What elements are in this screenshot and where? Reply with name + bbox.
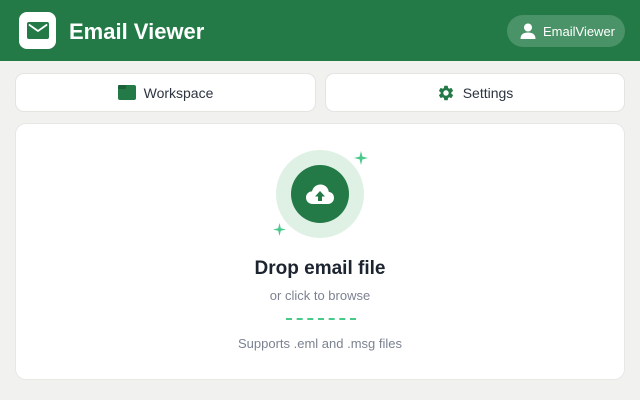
tab-workspace[interactable]: Workspace bbox=[15, 73, 316, 112]
dropzone-title: Drop email file bbox=[254, 258, 386, 279]
dropzone-browse-hint: or click to browse bbox=[269, 288, 371, 303]
divider bbox=[286, 318, 356, 320]
tab-settings[interactable]: Settings bbox=[325, 73, 625, 112]
gear-icon bbox=[437, 84, 455, 102]
user-account-button[interactable]: EmailViewer bbox=[507, 15, 625, 47]
app-title: Email Viewer bbox=[69, 19, 205, 44]
supported-formats-text: Supports .eml and .msg files bbox=[237, 336, 403, 351]
user-icon bbox=[519, 22, 537, 40]
app-header: Email Viewer EmailViewer bbox=[0, 0, 640, 61]
app-logo bbox=[19, 12, 56, 49]
tab-workspace-label: Workspace bbox=[143, 84, 214, 101]
tab-settings-label: Settings bbox=[462, 84, 514, 101]
mail-icon bbox=[26, 22, 49, 39]
sparkle-icon bbox=[273, 223, 286, 241]
user-name: EmailViewer bbox=[543, 23, 616, 39]
sparkle-icon bbox=[354, 151, 368, 170]
folder-icon bbox=[117, 85, 136, 100]
cloud-upload-icon bbox=[305, 183, 335, 205]
file-dropzone[interactable]: Drop email file or click to browse Suppo… bbox=[15, 123, 625, 380]
upload-icon-disc bbox=[291, 165, 349, 223]
